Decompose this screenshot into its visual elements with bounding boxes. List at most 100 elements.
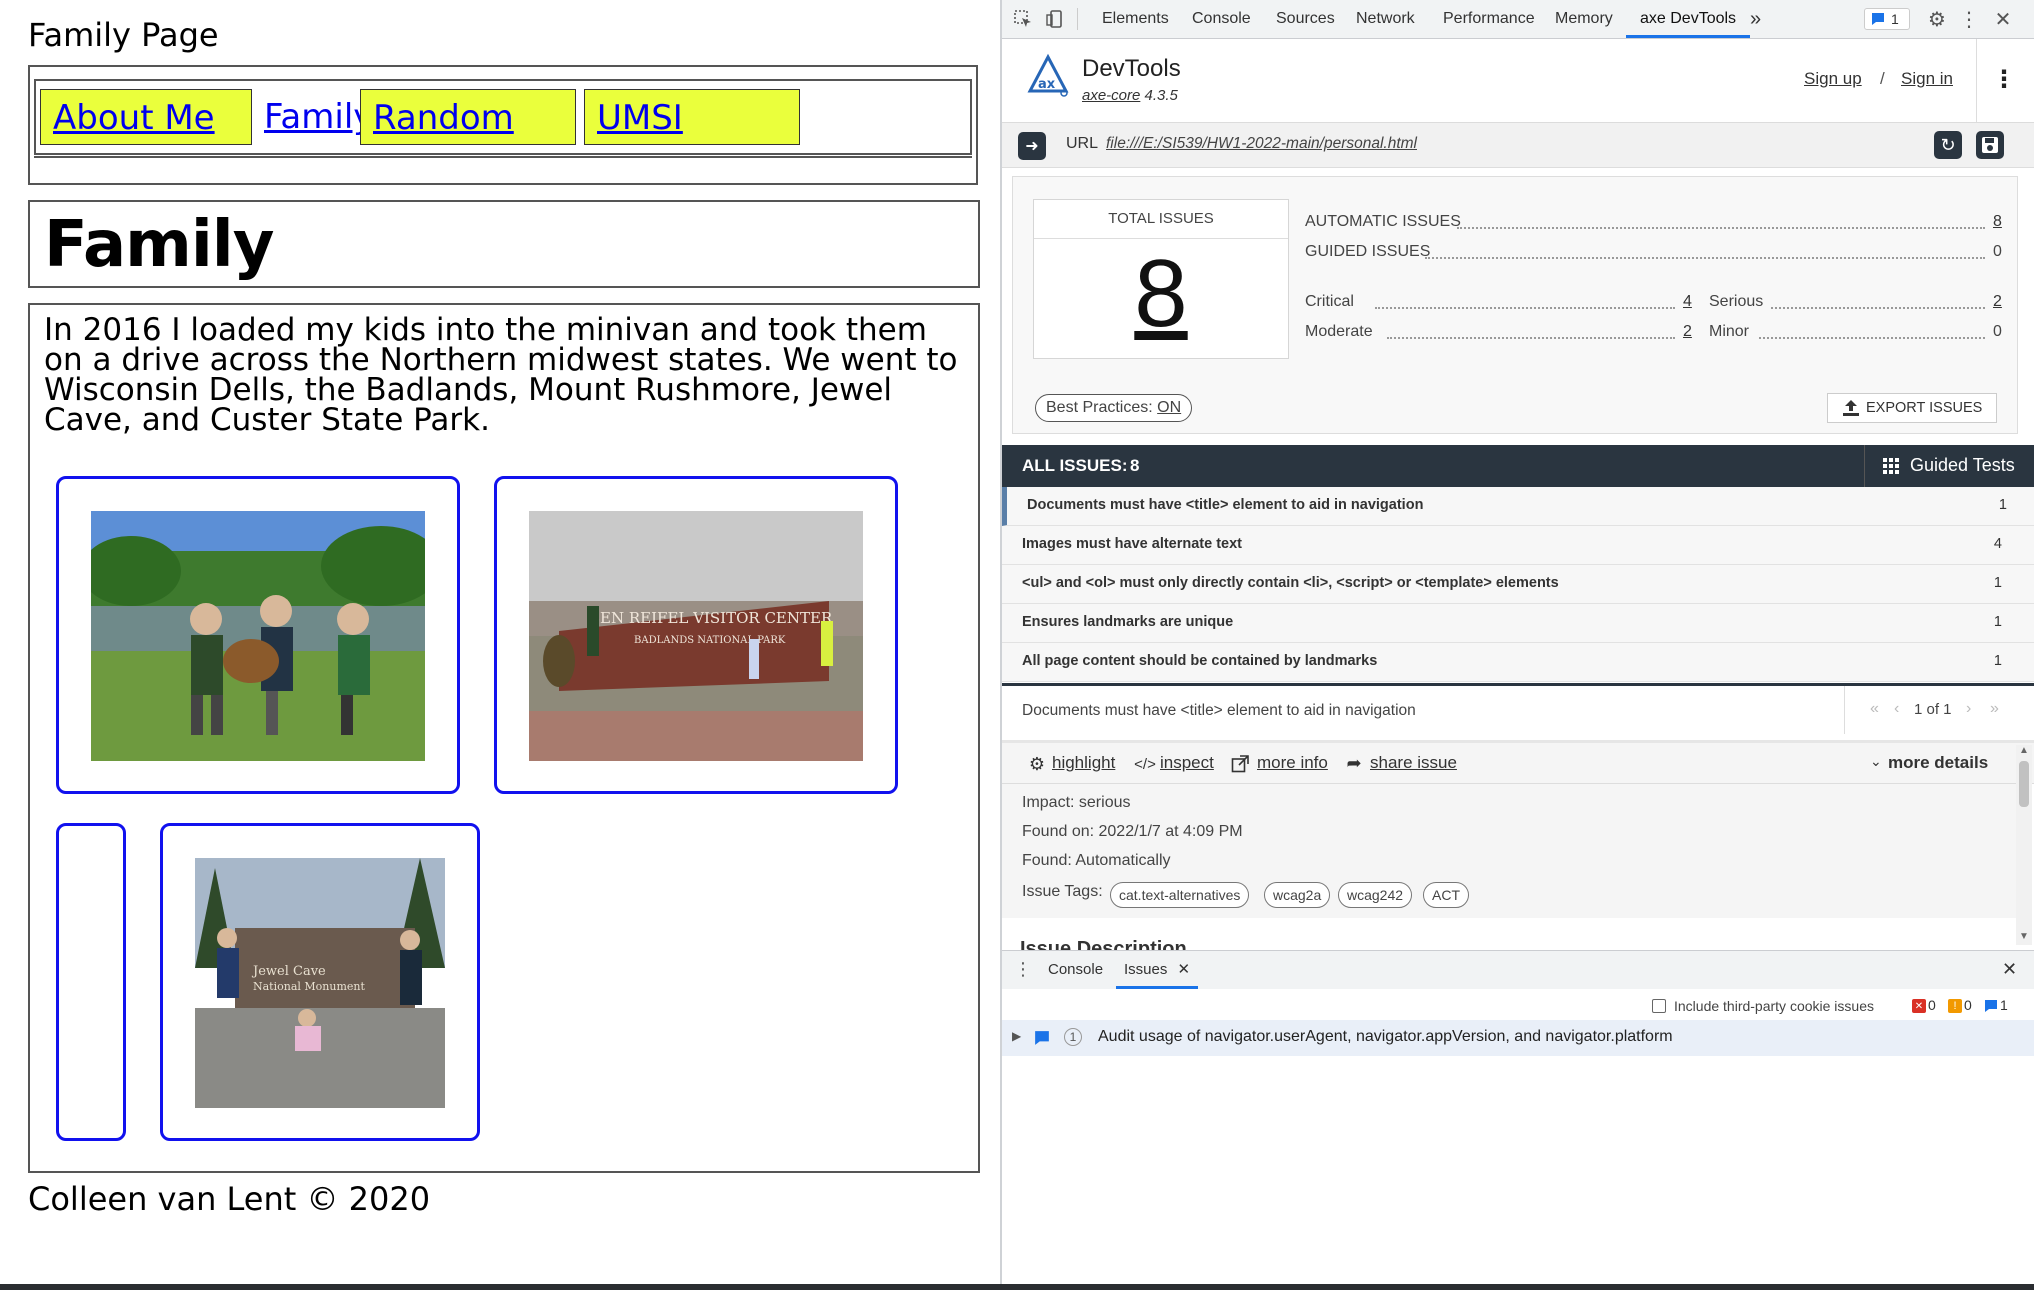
first-page-icon[interactable]: « (1870, 700, 1879, 718)
nav-link-random[interactable]: Random (360, 89, 576, 145)
prev-page-icon[interactable]: ‹ (1894, 700, 1899, 718)
more-tabs-button[interactable]: » (1750, 0, 1761, 38)
nav-link-umsi[interactable]: UMSI (584, 89, 800, 145)
axe-logo-icon: ax (1026, 53, 1070, 97)
axe-core-link[interactable]: axe-core (1082, 87, 1140, 104)
web-page: Family Page About Me Family Random UMSI … (0, 0, 1000, 1284)
share-icon: ➦ (1346, 752, 1362, 773)
issues-badge-count: 1 (1891, 11, 1899, 27)
figure-photo-2: BEN REIFEL VISITOR CENTER BADLANDS NATIO… (494, 476, 898, 794)
tab-memory[interactable]: Memory (1555, 0, 1613, 38)
serious-label: Serious (1709, 293, 1764, 310)
close-drawer-icon[interactable]: ✕ (2002, 959, 2017, 980)
nav-container: About Me Family Random UMSI (28, 65, 978, 185)
nav-link-about-me[interactable]: About Me (40, 89, 252, 145)
automatic-issues-value[interactable]: 8 (1993, 213, 2002, 231)
drawer-issue-row[interactable]: ▶ 1 Audit usage of navigator.userAgent, … (1002, 1020, 2034, 1056)
header-divider (1864, 445, 1865, 487)
guided-issues-label: GUIDED ISSUES (1305, 243, 1431, 260)
guided-tests-label: Guided Tests (1910, 455, 2015, 475)
share-issue-link[interactable]: share issue (1370, 753, 1457, 773)
issue-row[interactable]: Images must have alternate text 4 (1002, 526, 2034, 565)
photo-kids-lake (91, 511, 425, 761)
moderate-label: Moderate (1305, 323, 1373, 340)
warning-icon: ! (1948, 999, 1962, 1013)
close-tab-icon[interactable]: ✕ (1178, 961, 1191, 978)
more-info-link[interactable]: more info (1257, 753, 1328, 773)
rescan-icon[interactable]: ↻ (1934, 131, 1962, 159)
dot-leader (1759, 337, 1985, 339)
settings-gear-icon[interactable]: ⚙ (1926, 8, 1948, 31)
dot-leader (1457, 227, 1985, 229)
last-page-icon[interactable]: » (1990, 700, 1999, 718)
guided-tests-button[interactable]: Guided Tests (1878, 445, 2034, 487)
highlight-link[interactable]: highlight (1052, 753, 1115, 773)
nav-link-family[interactable]: Family (256, 89, 373, 145)
total-issues-value[interactable]: 8 (1034, 244, 1288, 344)
url-bar: ➜ URL file:///E:/SI539/HW1-2022-main/per… (1002, 123, 2034, 168)
more-details-button[interactable]: more details (1888, 753, 1988, 773)
save-icon[interactable] (1976, 131, 2004, 159)
tab-axe-devtools[interactable]: axe DevTools (1626, 0, 1751, 38)
moderate-value[interactable]: 2 (1683, 323, 1692, 341)
sign-in-link[interactable]: Sign in (1901, 69, 1953, 89)
auth-separator: / (1880, 69, 1885, 88)
drawer-tab-issues[interactable]: Issues ✕ (1116, 951, 1199, 989)
close-devtools-icon[interactable]: ✕ (1992, 8, 2014, 31)
drawer-menu-icon[interactable]: ⋮ (1014, 959, 1032, 980)
sign-text-2: BADLANDS NATIONAL PARK (634, 635, 786, 646)
drawer-tab-issues-label: Issues (1124, 961, 1168, 978)
url-link[interactable]: file:///E:/SI539/HW1-2022-main/personal.… (1106, 135, 1417, 153)
back-arrow-icon[interactable]: ➜ (1018, 132, 1046, 160)
message-icon (1870, 11, 1886, 27)
issue-tag: cat.text-alternatives (1110, 882, 1250, 908)
expand-arrow-icon[interactable]: ▶ (1012, 1029, 1021, 1043)
dot-leader (1425, 257, 1985, 259)
inspect-link[interactable]: inspect (1160, 753, 1214, 773)
error-count: 0 (1928, 997, 1936, 1013)
sign-up-link[interactable]: Sign up (1804, 69, 1862, 89)
next-page-icon[interactable]: › (1966, 700, 1971, 718)
detail-scrollbar[interactable]: ▲ ▼ (2016, 745, 2032, 945)
tab-sources[interactable]: Sources (1276, 0, 1335, 38)
issues-badge[interactable]: 1 (1864, 8, 1910, 30)
tab-elements[interactable]: Elements (1102, 0, 1169, 38)
third-party-checkbox[interactable] (1652, 999, 1666, 1013)
export-issues-label: EXPORT ISSUES (1866, 400, 1983, 416)
nav-divider (34, 156, 972, 158)
issue-tags-label: Issue Tags: (1022, 883, 1103, 900)
issue-row-count: 4 (1993, 536, 2002, 552)
issue-row[interactable]: <ul> and <ol> must only directly contain… (1002, 565, 2034, 604)
best-practices-toggle[interactable]: Best Practices: ON (1035, 394, 1193, 422)
drawer-tab-console[interactable]: Console (1048, 951, 1103, 989)
dot-leader (1771, 307, 1985, 309)
axe-core-version: axe-core 4.3.5 (1082, 87, 1178, 104)
figure-empty (56, 823, 126, 1141)
issue-row[interactable]: Ensures landmarks are unique 1 (1002, 604, 2034, 643)
inspect-element-icon[interactable] (1012, 8, 1034, 30)
device-toolbar-icon[interactable] (1044, 8, 1066, 30)
export-issues-button[interactable]: EXPORT ISSUES (1827, 393, 1997, 423)
issue-row-label: Documents must have <title> element to a… (1027, 497, 1424, 513)
warning-count: 0 (1964, 997, 1972, 1013)
upload-icon (1842, 399, 1860, 417)
sign-text-1: BEN REIFEL VISITOR CENTER (589, 609, 833, 627)
axe-menu-icon[interactable]: ⋮ (1992, 66, 2016, 93)
nav-list: About Me Family Random UMSI (34, 79, 972, 155)
kebab-menu-icon[interactable]: ⋮ (1958, 8, 1980, 31)
pager-divider (1844, 686, 1845, 734)
scroll-down-icon[interactable]: ▼ (2019, 931, 2029, 942)
dot-leader (1375, 307, 1675, 309)
tab-console[interactable]: Console (1192, 0, 1251, 38)
sign-text-4: National Monument (253, 980, 365, 993)
issue-row[interactable]: Documents must have <title> element to a… (1002, 487, 2034, 526)
critical-value[interactable]: 4 (1683, 293, 1692, 311)
all-issues-label: ALL ISSUES: (1022, 456, 1128, 475)
tab-performance[interactable]: Performance (1443, 0, 1535, 38)
scrollbar-thumb[interactable] (2019, 761, 2029, 807)
tab-network[interactable]: Network (1356, 0, 1415, 38)
scroll-up-icon[interactable]: ▲ (2019, 745, 2029, 756)
critical-label: Critical (1305, 293, 1354, 310)
serious-value[interactable]: 2 (1993, 293, 2002, 311)
issue-row[interactable]: All page content should be contained by … (1002, 643, 2034, 682)
